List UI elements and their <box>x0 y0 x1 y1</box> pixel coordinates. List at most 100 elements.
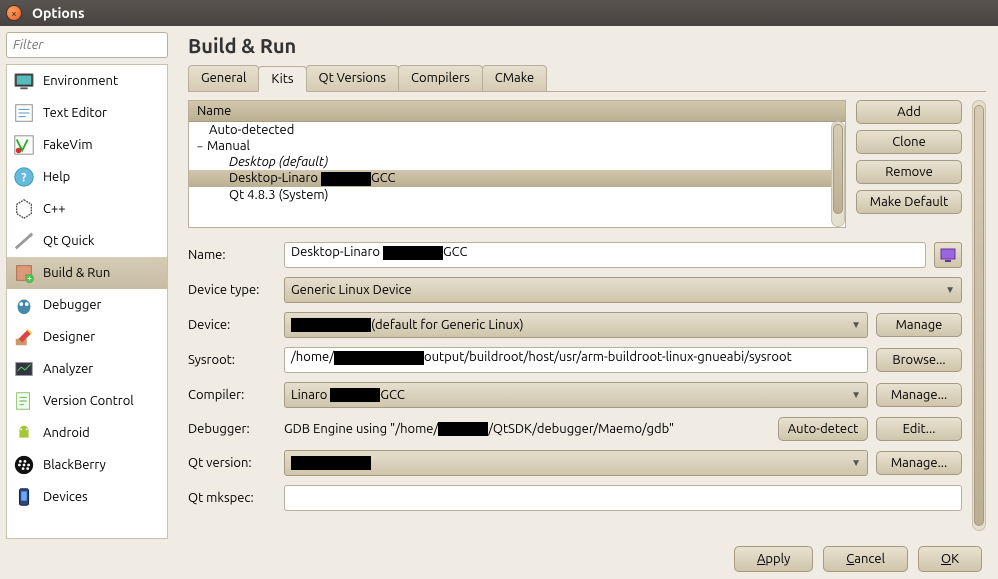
apply-button[interactable]: Apply <box>734 546 813 572</box>
device-type-select[interactable]: Generic Linux Device▼ <box>284 277 962 303</box>
window-title: Options <box>32 5 85 21</box>
window-close-button[interactable]: × <box>6 5 22 21</box>
kits-scrollbar[interactable] <box>831 121 845 227</box>
sidebar-item-label: FakeVim <box>43 138 93 152</box>
fakevim-icon <box>13 134 35 156</box>
tab-qt-versions[interactable]: Qt Versions <box>306 65 400 91</box>
sidebar-item-analyzer[interactable]: Analyzer <box>7 353 167 385</box>
collapse-icon[interactable]: − <box>195 141 205 153</box>
main-scrollbar[interactable] <box>972 100 986 531</box>
redacted-text <box>291 456 371 470</box>
qt-version-manage-button[interactable]: Manage... <box>876 451 962 475</box>
qt-quick-icon <box>13 230 35 252</box>
sidebar-item-label: BlackBerry <box>43 458 106 472</box>
dropdown-arrow-icon: ▼ <box>851 457 861 469</box>
android-icon <box>13 422 35 444</box>
filter-input[interactable] <box>6 32 168 58</box>
kit-group-manual[interactable]: −Manual <box>189 138 845 154</box>
sidebar-item-designer[interactable]: Designer <box>7 321 167 353</box>
redacted-text <box>291 318 371 332</box>
help-icon: ? <box>13 166 35 188</box>
sidebar-item-cpp[interactable]: C++ <box>7 193 167 225</box>
sysroot-browse-button[interactable]: Browse... <box>876 348 962 372</box>
kit-form: Name: Desktop-Linaro GCC Device type: Ge… <box>188 242 962 520</box>
redacted-text <box>438 422 488 436</box>
sidebar-item-label: Help <box>43 170 70 184</box>
cpp-icon <box>13 198 35 220</box>
sidebar-item-text-editor[interactable]: Text Editor <box>7 97 167 129</box>
make-default-button[interactable]: Make Default <box>856 190 962 214</box>
text-editor-icon <box>13 102 35 124</box>
sidebar: Environment Text Editor FakeVim ? Help C+… <box>0 26 174 539</box>
qt-mkspec-label: Qt mkspec: <box>188 491 276 505</box>
compiler-select[interactable]: Linaro GCC▼ <box>284 382 868 408</box>
kit-group-auto-detected[interactable]: Auto-detected <box>189 122 845 138</box>
sidebar-item-label: Designer <box>43 330 95 344</box>
build-run-icon <box>13 262 35 284</box>
device-select[interactable]: (default for Generic Linux)▼ <box>284 312 868 338</box>
tab-compilers[interactable]: Compilers <box>398 65 483 91</box>
kit-row-desktop-linaro[interactable]: Desktop-Linaro GCC <box>189 170 845 187</box>
qt-version-label: Qt version: <box>188 456 276 470</box>
qt-mkspec-input[interactable] <box>284 485 962 511</box>
sidebar-item-help[interactable]: ? Help <box>7 161 167 193</box>
kit-row-qt-system[interactable]: Qt 4.8.3 (System) <box>189 187 845 203</box>
qt-version-select[interactable]: ▼ <box>284 450 868 476</box>
version-control-icon <box>13 390 35 412</box>
sidebar-item-debugger[interactable]: Debugger <box>7 289 167 321</box>
compiler-label: Compiler: <box>188 388 276 402</box>
redacted-text <box>383 246 443 260</box>
page-title: Build & Run <box>188 34 986 57</box>
remove-button[interactable]: Remove <box>856 160 962 184</box>
tab-general[interactable]: General <box>188 65 259 91</box>
compiler-manage-button[interactable]: Manage... <box>876 383 962 407</box>
monitor-icon <box>13 70 35 92</box>
debugger-value: GDB Engine using "/home//QtSDK/debugger/… <box>284 422 770 437</box>
sidebar-item-label: Text Editor <box>43 106 107 120</box>
debugger-auto-detect-button[interactable]: Auto-detect <box>778 417 868 441</box>
sysroot-input[interactable]: /home/output/buildroot/host/usr/arm-buil… <box>284 347 868 373</box>
clone-button[interactable]: Clone <box>856 130 962 154</box>
redacted-text <box>321 172 371 186</box>
dialog-footer: Apply Cancel OK <box>0 539 998 579</box>
main-panel: Build & Run General Kits Qt Versions Com… <box>174 26 998 539</box>
sidebar-item-label: C++ <box>43 202 66 216</box>
device-manage-button[interactable]: Manage <box>876 313 962 337</box>
sidebar-item-label: Android <box>43 426 90 440</box>
device-icon <box>940 247 956 263</box>
sidebar-item-label: Environment <box>43 74 118 88</box>
sidebar-item-blackberry[interactable]: BlackBerry <box>7 449 167 481</box>
debugger-label: Debugger: <box>188 422 276 436</box>
sidebar-item-label: Analyzer <box>43 362 93 376</box>
debugger-edit-button[interactable]: Edit... <box>876 417 962 441</box>
sidebar-item-android[interactable]: Android <box>7 417 167 449</box>
redacted-text <box>330 388 380 402</box>
sidebar-item-label: Version Control <box>43 394 134 408</box>
analyzer-icon <box>13 358 35 380</box>
sidebar-item-environment[interactable]: Environment <box>7 65 167 97</box>
dropdown-arrow-icon: ▼ <box>851 389 861 401</box>
kit-icon-button[interactable] <box>934 242 962 268</box>
blackberry-icon <box>13 454 35 476</box>
sysroot-label: Sysroot: <box>188 353 276 367</box>
sidebar-item-devices[interactable]: Devices <box>7 481 167 513</box>
add-button[interactable]: Add <box>856 100 962 124</box>
tab-cmake[interactable]: CMake <box>482 65 547 91</box>
kit-row-desktop-default[interactable]: Desktop (default) <box>189 154 845 170</box>
device-type-label: Device type: <box>188 283 276 297</box>
kits-tree[interactable]: Name Auto-detected −Manual Desktop (defa… <box>188 100 846 228</box>
sidebar-item-version-control[interactable]: Version Control <box>7 385 167 417</box>
name-input[interactable]: Desktop-Linaro GCC <box>284 242 926 268</box>
name-label: Name: <box>188 248 276 262</box>
sidebar-item-build-run[interactable]: Build & Run <box>7 257 167 289</box>
sidebar-item-fakevim[interactable]: FakeVim <box>7 129 167 161</box>
category-list: Environment Text Editor FakeVim ? Help C+… <box>6 64 168 539</box>
tab-kits[interactable]: Kits <box>258 66 306 92</box>
ok-button[interactable]: OK <box>918 546 982 572</box>
sidebar-item-qt-quick[interactable]: Qt Quick <box>7 225 167 257</box>
debugger-icon <box>13 294 35 316</box>
cancel-button[interactable]: Cancel <box>823 546 908 572</box>
kits-column-header[interactable]: Name <box>189 101 845 122</box>
sidebar-item-label: Debugger <box>43 298 101 312</box>
device-label: Device: <box>188 318 276 332</box>
